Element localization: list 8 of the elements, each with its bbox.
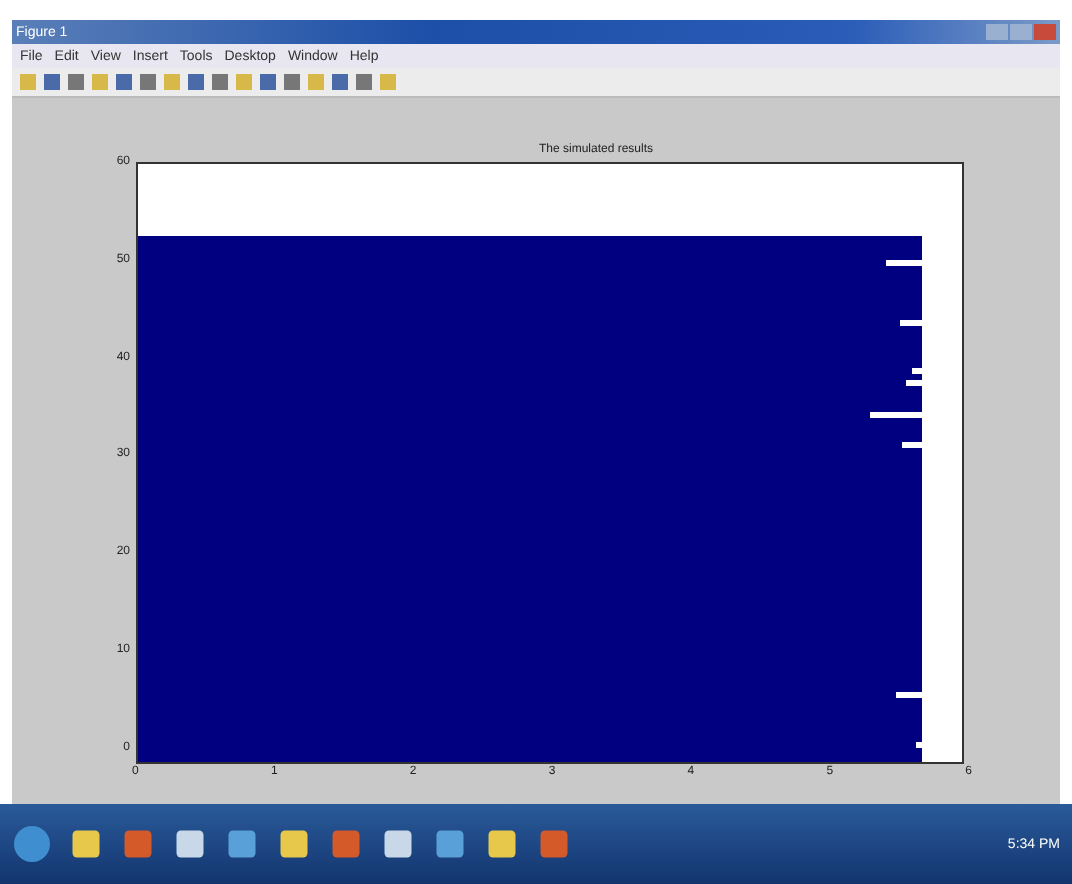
taskbar-icon[interactable] — [68, 826, 104, 862]
taskbar-icon[interactable] — [380, 826, 416, 862]
taskbar-icon[interactable] — [276, 826, 312, 862]
taskbar-icon[interactable] — [172, 826, 208, 862]
taskbar-icon[interactable] — [484, 826, 520, 862]
start-button[interactable] — [12, 824, 52, 864]
taskbar-icon[interactable] — [432, 826, 468, 862]
taskbar-icon[interactable] — [224, 826, 260, 862]
